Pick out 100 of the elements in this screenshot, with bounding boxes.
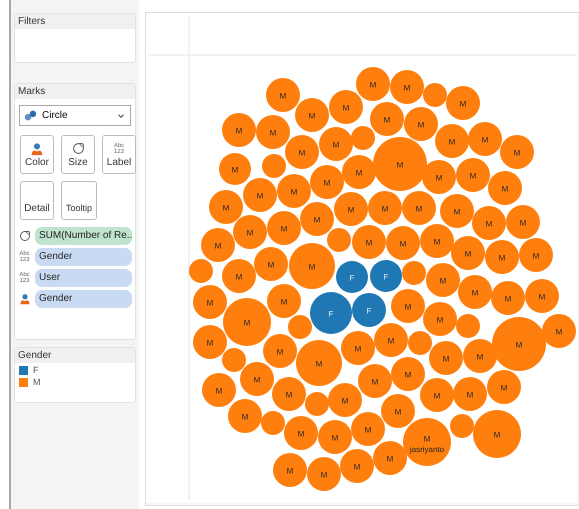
field-pill[interactable]: User — [35, 269, 132, 287]
detail-button[interactable]: Detail — [20, 181, 54, 220]
bubble-label: M — [404, 84, 410, 92]
card-title: Gender — [15, 348, 135, 363]
color-icon — [30, 142, 44, 156]
bubble-label: M — [222, 204, 230, 212]
bubble-label: M — [520, 218, 526, 228]
bubble-label: M — [308, 112, 316, 120]
bubble-label: M — [206, 338, 214, 348]
bubble-label: M — [320, 470, 328, 480]
bubble-label: M — [342, 104, 350, 112]
bubble-label: M — [216, 386, 222, 396]
bubble-label: M — [404, 370, 412, 380]
bubble-label: M — [242, 412, 248, 422]
bubble-label: M — [470, 172, 476, 180]
bubble-label: M — [280, 92, 286, 100]
bubble-label: M — [206, 298, 214, 308]
bubble-label: M — [332, 140, 340, 150]
bubble-label: F — [350, 274, 354, 282]
bubble-label: M — [280, 298, 288, 306]
bubble-label: M — [424, 434, 430, 444]
bubble-label: M — [466, 390, 474, 400]
field-pill[interactable]: Gender — [35, 248, 132, 266]
bubble-label: M — [440, 276, 446, 286]
bubble-label: M — [214, 242, 222, 250]
legend-label: F — [33, 365, 38, 375]
bubble-label: M — [486, 220, 492, 228]
bubble-label: M — [396, 160, 404, 170]
bubble-label: M — [384, 116, 390, 124]
bubble-label: M — [472, 288, 478, 298]
field-pill[interactable]: SUM(Number of Re.. — [35, 227, 132, 245]
bubble-label: M — [364, 426, 372, 434]
bubble-label: M — [286, 390, 292, 400]
bubble-label: M — [454, 208, 460, 216]
bubble-label: M — [324, 178, 330, 188]
bubble-label: M — [460, 100, 466, 108]
color-icon — [18, 293, 30, 305]
bubble-label: M — [500, 384, 508, 392]
card-title: Filters — [15, 14, 135, 29]
bubble-label: M — [436, 174, 442, 182]
bubble-label: M — [436, 316, 444, 324]
bubble-label: M — [448, 138, 456, 146]
bubble-label: M — [308, 262, 316, 272]
bubble-label: M — [532, 252, 540, 260]
bubble-label: M — [386, 454, 394, 464]
bubble-label: M — [232, 166, 238, 174]
bubble-label: M — [366, 238, 372, 248]
legend-label: M — [33, 377, 40, 387]
bubble-label: M — [370, 80, 376, 90]
bubble-label: M — [516, 340, 522, 350]
tooltip-button[interactable]: Tooltip — [61, 181, 97, 220]
bubble-label: M — [354, 462, 360, 472]
bubble-label: M — [482, 136, 488, 144]
bubble-label: M — [434, 238, 440, 246]
bubble-label: M — [416, 204, 422, 214]
bubble-label: M — [400, 240, 406, 248]
bubble-label: M — [236, 272, 242, 282]
bubble-label: M — [342, 396, 348, 406]
card-title: Marks — [15, 84, 135, 99]
bubble-label: M — [356, 168, 362, 178]
bubble-label: M — [290, 188, 298, 196]
bubble-label: M — [276, 348, 284, 356]
bubble-label: M — [502, 184, 508, 194]
bubble-label: M — [382, 204, 388, 214]
bubble-label: M — [442, 354, 450, 364]
bubble-label: M — [286, 466, 294, 476]
bubble-label: M — [254, 376, 260, 384]
bubble-label: F — [328, 310, 334, 318]
bubble-label: M — [476, 352, 484, 362]
bubble-label: M — [354, 344, 362, 354]
bubble-label: M — [268, 260, 274, 270]
color-button[interactable]: Color — [20, 135, 54, 174]
bubble-label: M — [514, 148, 520, 158]
bubble-label: M — [404, 302, 412, 312]
bubble-label: M — [394, 408, 402, 416]
size-icon — [18, 230, 30, 242]
size-icon — [72, 142, 84, 155]
bubble-label: M — [434, 392, 440, 400]
bubble-label: M — [314, 216, 320, 224]
circles-icon — [24, 109, 37, 122]
bubble-label: M — [332, 434, 338, 442]
bubble-label: M — [236, 126, 242, 136]
bubble-label: M — [298, 148, 306, 158]
bubble-label: M — [246, 228, 254, 238]
bubble-label: M — [270, 128, 276, 138]
bubble-label: M — [556, 328, 562, 336]
field-pill[interactable]: Gender — [35, 290, 132, 308]
bubble-label: M — [372, 378, 378, 386]
bubble-label: M — [348, 206, 354, 214]
bubble-label: M — [494, 430, 500, 440]
bubble-label: M — [498, 254, 506, 262]
bubble-label: M — [538, 292, 546, 302]
bubble-label: M — [418, 120, 424, 130]
mark-type-dropdown[interactable]: Circle — [19, 105, 131, 126]
bubble-label: M — [256, 192, 264, 200]
bubble-label: M — [464, 250, 472, 258]
bubble-label: M — [298, 430, 304, 438]
bubble-label: F — [384, 272, 388, 282]
size-button[interactable]: Size — [61, 135, 95, 174]
bubble-label: M — [504, 294, 512, 304]
